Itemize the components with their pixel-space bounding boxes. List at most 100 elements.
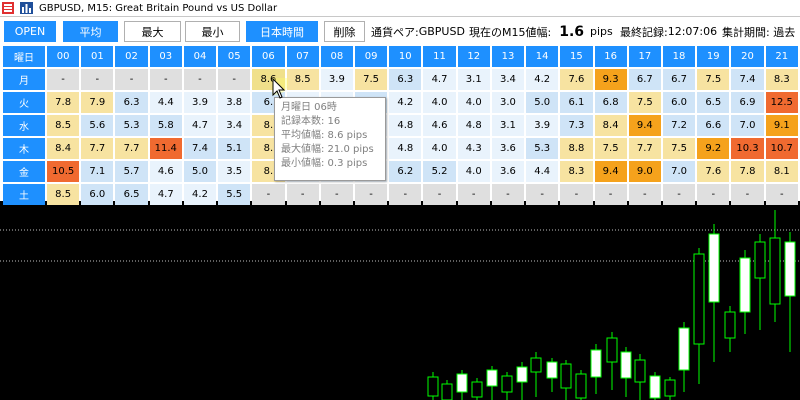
hour-header-00[interactable]: 00 (47, 46, 80, 67)
range-cell[interactable]: 3.8 (218, 92, 251, 113)
range-cell[interactable]: - (149, 69, 182, 90)
range-cell[interactable]: 7.7 (81, 138, 114, 159)
max-button[interactable]: 最大 (124, 21, 181, 42)
range-cell[interactable]: 8.4 (594, 115, 627, 136)
hour-header-20[interactable]: 20 (731, 46, 764, 67)
weekday-label[interactable]: 木 (3, 138, 45, 159)
range-cell[interactable]: 5.0 (526, 92, 559, 113)
hour-header-05[interactable]: 05 (218, 46, 251, 67)
range-cell[interactable]: 3.6 (491, 138, 525, 159)
hour-header-07[interactable]: 07 (286, 46, 319, 67)
range-cell[interactable]: 3.5 (218, 161, 251, 182)
range-cell[interactable]: 8.3 (765, 69, 798, 90)
range-cell[interactable]: 5.6 (81, 115, 114, 136)
range-cell[interactable]: 7.6 (560, 69, 593, 90)
hour-header-16[interactable]: 16 (594, 46, 627, 67)
hour-header-06[interactable]: 06 (252, 46, 285, 67)
range-cell[interactable]: 7.6 (697, 161, 730, 182)
range-cell[interactable]: 4.4 (149, 92, 182, 113)
japan-time-button[interactable]: 日本時間 (246, 21, 318, 42)
range-cell[interactable]: 10.5 (47, 161, 80, 182)
range-cell[interactable]: 6.5 (697, 92, 730, 113)
range-cell[interactable]: 7.9 (81, 92, 114, 113)
range-cell[interactable]: 7.0 (662, 161, 696, 182)
range-cell[interactable]: 9.4 (628, 115, 661, 136)
range-cell[interactable]: 6.8 (594, 92, 627, 113)
range-cell[interactable]: 7.7 (628, 138, 661, 159)
range-cell[interactable]: - (183, 69, 217, 90)
range-cell[interactable]: 7.1 (81, 161, 114, 182)
range-cell[interactable]: 7.5 (628, 92, 661, 113)
hour-header-04[interactable]: 04 (183, 46, 217, 67)
range-cell[interactable]: 3.4 (491, 69, 525, 90)
hour-header-01[interactable]: 01 (81, 46, 114, 67)
range-cell[interactable]: 10.7 (765, 138, 798, 159)
range-cell[interactable]: 5.7 (115, 161, 148, 182)
range-cell[interactable]: 6.7 (628, 69, 661, 90)
range-cell[interactable]: 3.9 (320, 69, 353, 90)
range-cell[interactable]: 6.3 (389, 69, 422, 90)
range-cell[interactable]: 4.8 (389, 138, 422, 159)
range-cell[interactable]: 3.6 (491, 161, 525, 182)
open-button[interactable]: OPEN (4, 21, 56, 42)
delete-button[interactable]: 削除 (324, 21, 365, 42)
range-cell[interactable]: 9.4 (594, 161, 627, 182)
range-cell[interactable]: - (81, 69, 114, 90)
range-cell[interactable]: 5.8 (149, 115, 182, 136)
range-cell[interactable]: 7.8 (47, 92, 80, 113)
price-chart[interactable] (0, 202, 800, 400)
range-cell[interactable]: 4.6 (149, 161, 182, 182)
range-cell[interactable]: 3.1 (457, 69, 490, 90)
min-button[interactable]: 最小 (185, 21, 240, 42)
hour-header-11[interactable]: 11 (423, 46, 456, 67)
range-cell[interactable]: 7.5 (697, 69, 730, 90)
hour-header-12[interactable]: 12 (457, 46, 490, 67)
range-cell[interactable]: 6.6 (697, 115, 730, 136)
range-cell[interactable]: 4.0 (457, 161, 490, 182)
range-cell[interactable]: 10.3 (731, 138, 764, 159)
range-cell[interactable]: 6.9 (731, 92, 764, 113)
hour-header-21[interactable]: 21 (765, 46, 798, 67)
range-cell[interactable]: 8.3 (560, 161, 593, 182)
range-cell[interactable]: 8.4 (47, 138, 80, 159)
hour-header-03[interactable]: 03 (149, 46, 182, 67)
hour-header-14[interactable]: 14 (526, 46, 559, 67)
range-cell[interactable]: 4.0 (423, 138, 456, 159)
weekday-label[interactable]: 月 (3, 69, 45, 90)
hour-header-09[interactable]: 09 (354, 46, 388, 67)
range-cell[interactable]: 5.1 (218, 138, 251, 159)
range-cell[interactable]: 7.8 (731, 161, 764, 182)
range-cell[interactable]: 6.1 (560, 92, 593, 113)
range-cell[interactable]: 4.2 (389, 92, 422, 113)
range-cell[interactable]: 6.2 (389, 161, 422, 182)
hour-header-02[interactable]: 02 (115, 46, 148, 67)
range-cell[interactable]: 5.3 (526, 138, 559, 159)
range-cell[interactable]: 4.0 (457, 92, 490, 113)
range-cell[interactable]: 4.7 (423, 69, 456, 90)
hour-header-08[interactable]: 08 (320, 46, 353, 67)
range-cell[interactable]: 6.3 (115, 92, 148, 113)
range-cell[interactable]: 11.4 (149, 138, 182, 159)
range-cell[interactable]: - (47, 69, 80, 90)
hour-header-17[interactable]: 17 (628, 46, 661, 67)
range-cell[interactable]: 7.7 (115, 138, 148, 159)
range-cell[interactable]: - (115, 69, 148, 90)
range-cell[interactable]: 4.3 (457, 138, 490, 159)
range-cell[interactable]: 3.0 (491, 92, 525, 113)
range-cell[interactable]: 7.3 (560, 115, 593, 136)
range-cell[interactable]: 7.5 (594, 138, 627, 159)
weekday-label[interactable]: 火 (3, 92, 45, 113)
range-cell[interactable]: 9.1 (765, 115, 798, 136)
range-cell[interactable]: 7.0 (731, 115, 764, 136)
range-cell[interactable]: - (218, 69, 251, 90)
range-cell[interactable]: 4.2 (526, 69, 559, 90)
range-cell[interactable]: 3.1 (491, 115, 525, 136)
range-cell[interactable]: 7.4 (183, 138, 217, 159)
range-cell[interactable]: 3.9 (183, 92, 217, 113)
hour-header-13[interactable]: 13 (491, 46, 525, 67)
range-cell[interactable]: 4.8 (457, 115, 490, 136)
range-cell[interactable]: 3.4 (218, 115, 251, 136)
range-cell[interactable]: 4.6 (423, 115, 456, 136)
weekday-label[interactable]: 水 (3, 115, 45, 136)
weekday-label[interactable]: 金 (3, 161, 45, 182)
